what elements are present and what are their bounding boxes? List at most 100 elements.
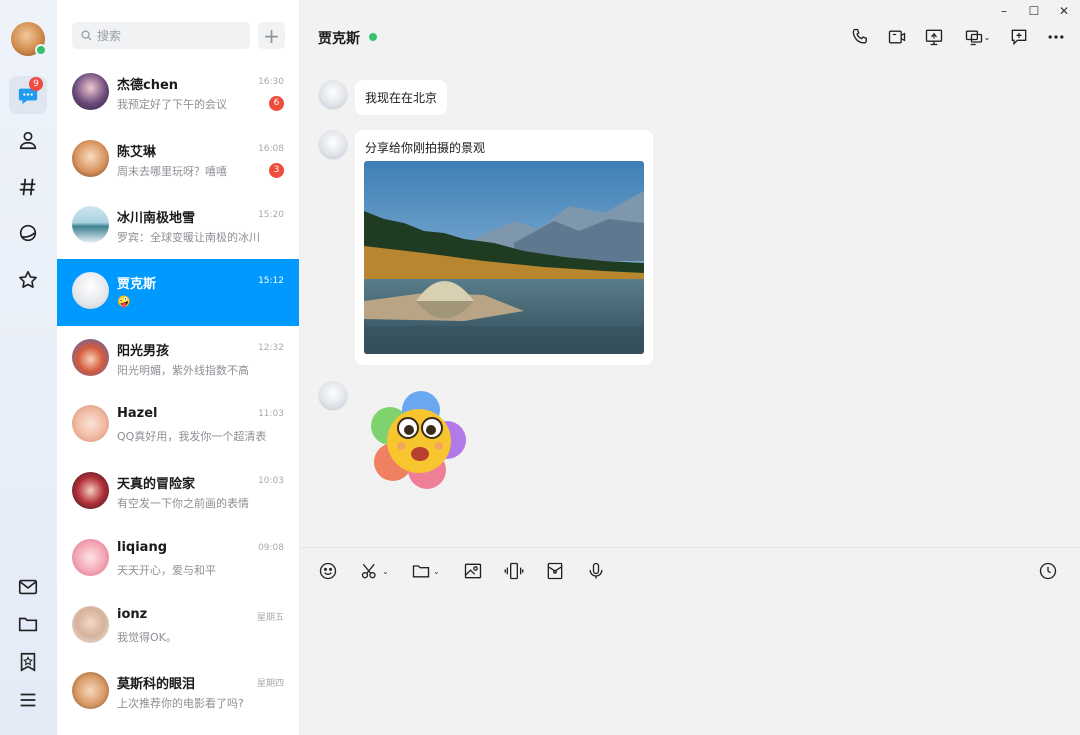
nav-mail[interactable] <box>9 568 47 606</box>
nav-files[interactable] <box>9 605 47 643</box>
unread-count-badge: 3 <box>269 163 284 178</box>
message-input[interactable] <box>299 590 1080 735</box>
conversation-item[interactable]: 杰德chen 16:30 我预定好了下午的会议 6 <box>57 60 299 127</box>
conversation-preview: 有空发一下你之前画的表情 <box>117 497 249 510</box>
conversation-item[interactable]: 莫斯科的眼泪 星期四 上次推荐你的电影看了吗? <box>57 659 299 726</box>
message-bubble[interactable]: 我现在在北京 <box>355 80 448 115</box>
chevron-down-icon: ⌄ <box>433 566 440 576</box>
unread-count-badge: 6 <box>269 96 284 111</box>
chat-pane: – ☐ ✕ 贾克斯 ⌄ 我现在在北京 分享给你刚拍摄的景观 ⌄ ⌄ <box>299 0 1080 735</box>
conversation-item[interactable]: ionz 星期五 我觉得OK。 <box>57 593 299 660</box>
screen-share-icon <box>925 29 943 46</box>
conversation-name: 杰德chen <box>117 78 179 93</box>
search-input[interactable]: 搜索 <box>72 22 250 49</box>
nav-contacts[interactable] <box>9 121 47 159</box>
screen-share-button[interactable] <box>923 26 945 48</box>
landscape-image <box>364 161 644 354</box>
conversation-item[interactable]: 陈艾琳 16:08 周末去哪里玩呀？嘻嘻 3 <box>57 127 299 194</box>
conversation-name: 阳光男孩 <box>117 344 170 359</box>
conversation-item[interactable]: liqiang 09:08 天天开心，爱与和平 <box>57 526 299 593</box>
emoji-button[interactable] <box>318 560 338 582</box>
sender-avatar[interactable] <box>318 80 348 110</box>
nav-messages[interactable]: 9 <box>9 76 47 114</box>
sender-avatar[interactable] <box>318 381 348 411</box>
shake-button[interactable] <box>504 560 524 582</box>
avatar <box>72 672 109 709</box>
new-group-button[interactable] <box>1008 26 1030 48</box>
conversation-preview: 天天开心，爱与和平 <box>117 564 216 577</box>
avatar <box>72 73 109 110</box>
nav-favorites[interactable] <box>9 261 47 299</box>
avatar <box>72 140 109 177</box>
red-packet-button[interactable] <box>545 560 565 582</box>
conversation-name: 莫斯科的眼泪 <box>117 677 196 692</box>
conversation-item[interactable]: 阳光男孩 12:32 阳光明媚，紫外线指数不高 <box>57 326 299 393</box>
online-status-dot <box>35 44 47 56</box>
messages-badge: 9 <box>29 77 43 91</box>
conversation-preview: 阳光明媚，紫外线指数不高 <box>117 364 249 377</box>
avatar <box>72 539 109 576</box>
maximize-button[interactable]: ☐ <box>1027 4 1041 18</box>
conversation-item[interactable]: 冰川南极地雪 15:20 罗宾：全球变暖让南极的冰川 <box>57 193 299 260</box>
mail-icon <box>18 579 38 595</box>
flower-sticker-icon <box>371 391 466 489</box>
chevron-down-icon: ⌄ <box>382 566 389 576</box>
avatar <box>72 272 109 309</box>
nav-channels[interactable] <box>9 168 47 206</box>
screenshot-dropdown[interactable]: ⌄ <box>360 560 389 582</box>
hashtag-icon <box>19 178 36 196</box>
conversation-preview: 上次推荐你的电影看了吗? <box>117 697 244 710</box>
chevron-down-icon: ⌄ <box>983 32 991 42</box>
search-icon <box>81 30 92 41</box>
conversation-time: 星期五 <box>256 613 284 623</box>
voice-call-button[interactable] <box>849 26 871 48</box>
folder-icon <box>18 617 38 632</box>
star-icon <box>19 270 37 288</box>
emoji-sticker[interactable] <box>365 388 471 494</box>
minimize-button[interactable]: – <box>997 4 1011 18</box>
conversation-time: 15:12 <box>258 276 284 286</box>
landscape-photo[interactable] <box>364 161 644 354</box>
voice-button[interactable] <box>586 560 606 582</box>
phone-icon <box>852 28 867 44</box>
conversation-time: 星期四 <box>256 679 284 689</box>
menu-icon <box>20 693 36 707</box>
conversation-name: Hazel <box>117 406 158 421</box>
conversation-name: 陈艾琳 <box>117 145 157 160</box>
conversation-name: ionz <box>117 607 148 622</box>
sender-avatar[interactable] <box>318 130 348 160</box>
avatar <box>72 339 109 376</box>
avatar <box>72 606 109 643</box>
conversation-time: 15:20 <box>258 210 284 220</box>
input-divider <box>299 547 1080 548</box>
message-bubble[interactable]: 分享给你刚拍摄的景观 <box>355 130 653 365</box>
add-chat-icon <box>1011 29 1027 46</box>
file-dropdown[interactable]: ⌄ <box>411 560 440 582</box>
conversation-time: 16:08 <box>258 144 284 154</box>
close-button[interactable]: ✕ <box>1057 4 1071 18</box>
my-avatar[interactable] <box>11 22 47 56</box>
avatar <box>72 472 109 509</box>
planet-icon <box>19 224 37 242</box>
bookmark-star-icon <box>20 652 36 672</box>
add-button[interactable]: + <box>258 22 285 49</box>
conversation-time: 11:03 <box>258 409 284 419</box>
image-button[interactable] <box>463 560 483 582</box>
remote-assist-dropdown[interactable]: ⌄ <box>961 26 993 48</box>
nav-menu[interactable] <box>9 681 47 719</box>
conversation-item[interactable]: 天真的冒险家 10:03 有空发一下你之前画的表情 <box>57 459 299 526</box>
conversation-item-selected[interactable]: 贾克斯 15:12 🤪 <box>57 259 299 326</box>
conversation-time: 12:32 <box>258 343 284 353</box>
history-button[interactable] <box>1038 560 1058 582</box>
video-call-button[interactable] <box>886 26 908 48</box>
more-button[interactable] <box>1045 26 1067 48</box>
clock-icon <box>1039 562 1057 580</box>
nav-bookmarks[interactable] <box>9 643 47 681</box>
conversation-list: 搜索 + 杰德chen 16:30 我预定好了下午的会议 6 陈艾琳 16:08… <box>57 0 299 735</box>
image-icon <box>464 563 482 579</box>
conversation-time: 16:30 <box>258 77 284 87</box>
nav-discover[interactable] <box>9 214 47 252</box>
conversation-item[interactable]: Hazel 11:03 QQ真好用，我发你一个超清表情 <box>57 392 299 459</box>
scissors-icon <box>361 563 376 579</box>
folder-icon <box>412 565 430 578</box>
